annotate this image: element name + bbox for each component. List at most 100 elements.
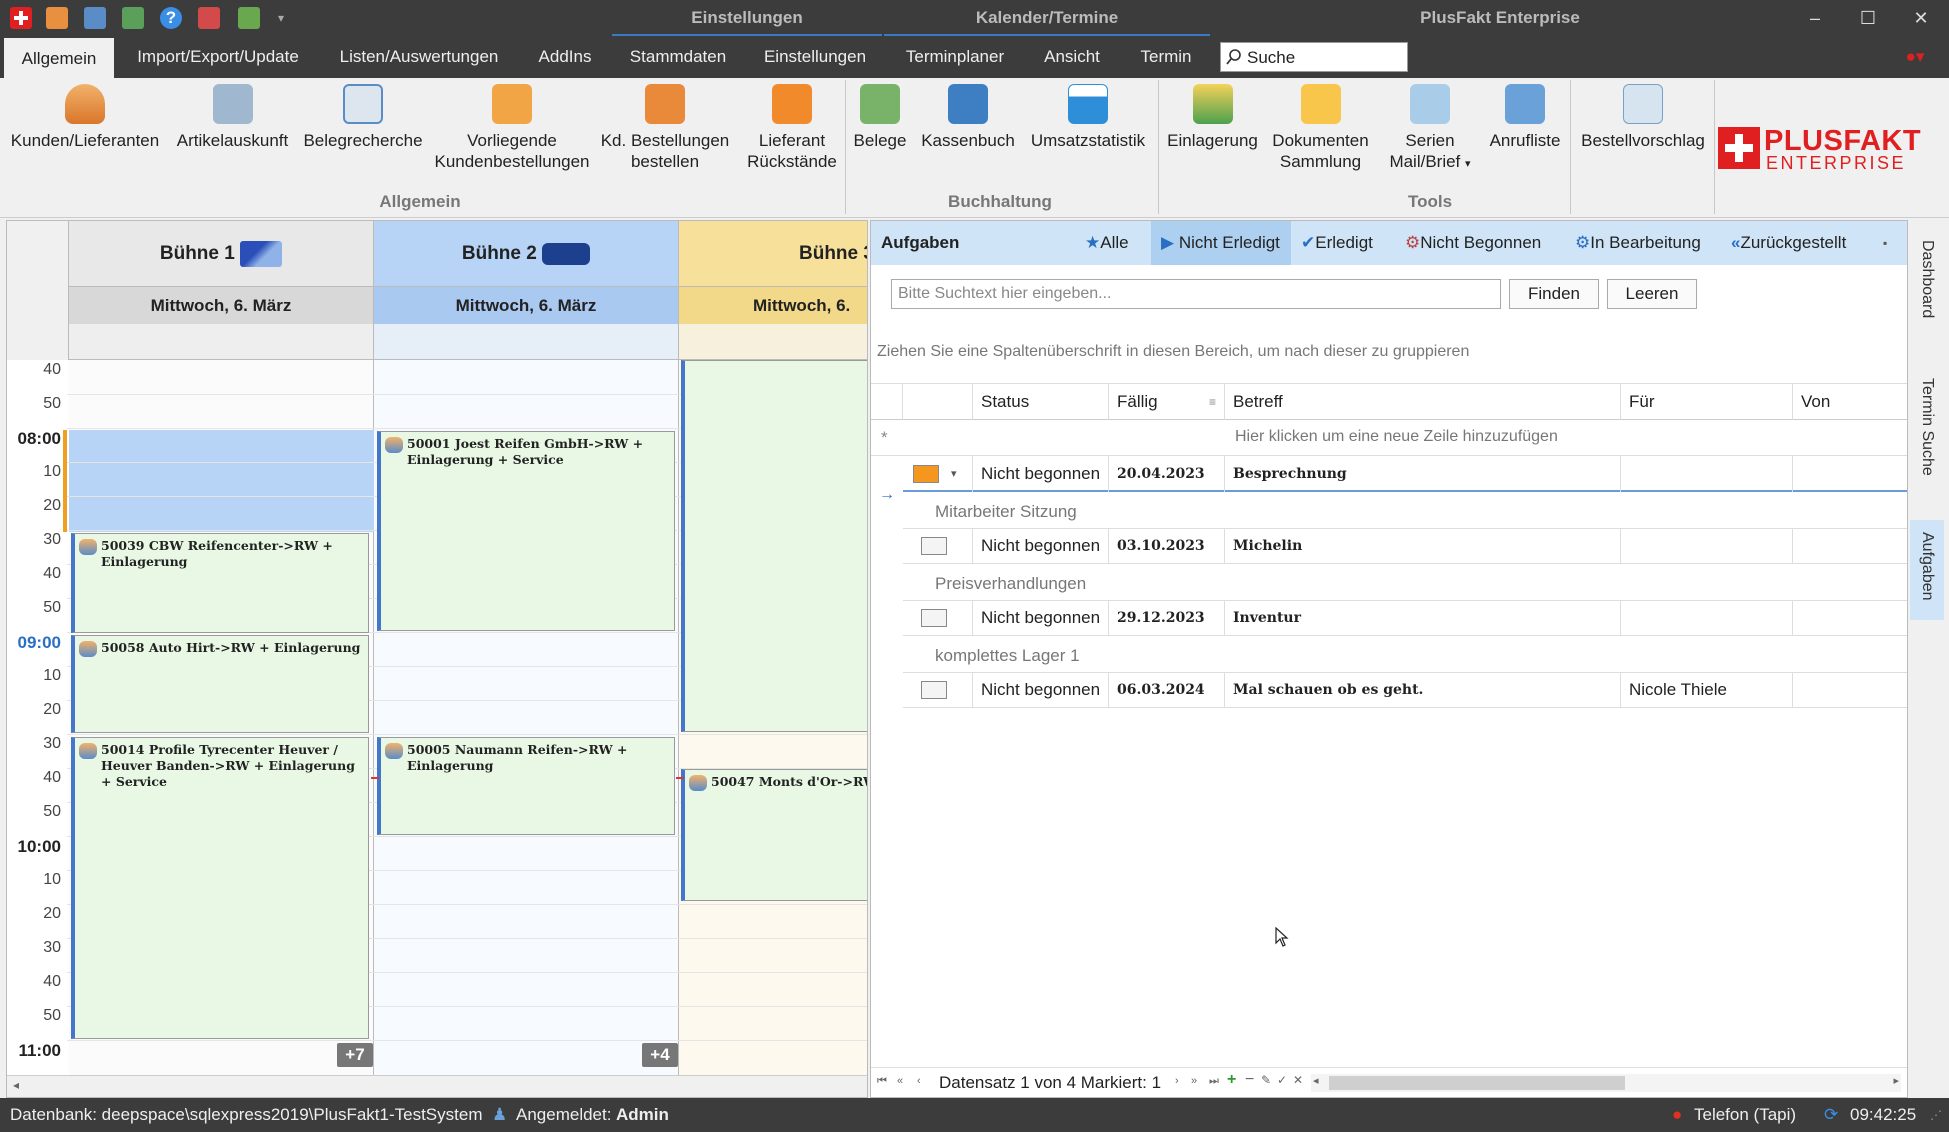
money-quick-icon[interactable]	[122, 7, 144, 29]
dokumenten-sammlung-button[interactable]: Dokumenten Sammlung	[1268, 84, 1373, 172]
scrollbar-thumb[interactable]	[1329, 1076, 1625, 1090]
appointment-column-3-ongoing[interactable]	[681, 360, 867, 732]
group-panel[interactable]: Ziehen Sie eine Spaltenüberschrift in di…	[871, 321, 1907, 384]
menu-einstellungen[interactable]: Einstellungen	[750, 36, 880, 78]
nav-next-page-icon[interactable]: »	[1191, 1075, 1197, 1087]
appointment-50039[interactable]: 50039 CBW Reifencenter->RW + Einlagerung	[71, 533, 369, 633]
nav-next-icon[interactable]: ›	[1175, 1075, 1179, 1087]
menu-import-export[interactable]: Import/Export/Update	[120, 36, 316, 78]
title-tab-kalender[interactable]: Kalender/Termine	[884, 0, 1210, 36]
nav-prev-icon[interactable]: ‹	[917, 1075, 921, 1087]
menu-terminplaner[interactable]: Terminplaner	[890, 36, 1020, 78]
phone-status[interactable]: Telefon (Tapi)	[1694, 1098, 1796, 1132]
filter-alle[interactable]: ★Alle	[1079, 221, 1145, 265]
column-header-von[interactable]: Von	[1793, 384, 1907, 420]
search-input[interactable]: Suche	[1220, 42, 1408, 72]
nav-cancel-icon[interactable]: ✕	[1293, 1073, 1303, 1087]
app-swiss-cross-icon[interactable]	[10, 7, 32, 29]
nav-add-icon[interactable]: +	[1227, 1071, 1236, 1089]
column-header-buehne-2[interactable]: Bühne 2	[374, 221, 679, 286]
task-row[interactable]: Nicht begonnen 06.03.2024 Mal schauen ob…	[903, 672, 1907, 708]
status-color-swatch[interactable]	[913, 465, 939, 483]
scroll-left-icon[interactable]: ◂	[1313, 1074, 1319, 1087]
filter-nicht-erledigt[interactable]: ▶ Nicht Erledigt	[1151, 221, 1291, 265]
task-row[interactable]: Nicht begonnen 03.10.2023 Michelin	[903, 528, 1907, 564]
nav-last-icon[interactable]: ⏭	[1209, 1075, 1219, 1088]
help-icon[interactable]: ?	[160, 7, 182, 29]
status-color-swatch[interactable]	[921, 681, 947, 699]
column-header-buehne-3[interactable]: Bühne 3	[679, 221, 867, 286]
filter-nicht-begonnen[interactable]: ⚙Nicht Begonnen	[1405, 221, 1545, 265]
nav-prev-page-icon[interactable]: «	[897, 1075, 903, 1087]
vorliegende-kundenbestellungen-button[interactable]: Vorliegende Kundenbestellungen	[432, 84, 592, 172]
anrufliste-button[interactable]: Anrufliste	[1488, 84, 1562, 151]
menu-listen[interactable]: Listen/Auswertungen	[326, 36, 512, 78]
appointment-50005[interactable]: 50005 Naumann Reifen->RW + Einlagerung	[377, 737, 675, 835]
calendar-quick-icon[interactable]	[238, 7, 260, 29]
appointment-50014[interactable]: 50014 Profile Tyrecenter Heuver / Heuver…	[71, 737, 369, 1039]
status-color-swatch[interactable]	[921, 609, 947, 627]
allday-row-3[interactable]	[679, 324, 867, 360]
kunden-lieferanten-button[interactable]: Kunden/Lieferanten	[10, 84, 160, 151]
column-header-status[interactable]: Status	[973, 384, 1109, 420]
nav-edit-icon[interactable]: ✎	[1261, 1073, 1271, 1087]
medical-quick-icon[interactable]	[198, 7, 220, 29]
side-tab-aufgaben[interactable]: Aufgaben	[1910, 520, 1944, 620]
column-header-fuer[interactable]: Für	[1621, 384, 1793, 420]
customers-quick-icon[interactable]	[46, 7, 68, 29]
clear-button[interactable]: Leeren	[1607, 279, 1697, 309]
menu-termin[interactable]: Termin	[1124, 36, 1208, 78]
more-appointments-badge-1[interactable]: +7	[337, 1043, 373, 1067]
monitor-quick-icon[interactable]	[84, 7, 106, 29]
task-search-input[interactable]: Bitte Suchtext hier eingeben...	[891, 279, 1501, 309]
minimize-button[interactable]: –	[1787, 0, 1843, 36]
filter-zurueckgestellt[interactable]: «Zurückgestellt	[1731, 221, 1871, 265]
allday-row-1[interactable]	[69, 324, 374, 360]
allday-row-2[interactable]	[374, 324, 679, 360]
filter-in-bearbeitung[interactable]: ⚙In Bearbeitung	[1575, 221, 1715, 265]
column-header-betreff[interactable]: Betreff	[1225, 384, 1621, 420]
maximize-button[interactable]: ☐	[1840, 0, 1896, 36]
new-row[interactable]: * Hier klicken um eine neue Zeile hinzuz…	[871, 420, 1907, 456]
appointment-50058[interactable]: 50058 Auto Hirt->RW + Einlagerung	[71, 635, 369, 733]
menu-addins[interactable]: AddIns	[522, 36, 608, 78]
umsatzstatistik-button[interactable]: Umsatzstatistik	[1026, 84, 1150, 151]
menu-stammdaten[interactable]: Stammdaten	[618, 36, 738, 78]
task-color-cell[interactable]	[903, 600, 973, 636]
scroll-left-icon[interactable]: ◂	[13, 1078, 19, 1092]
horizontal-scrollbar[interactable]: ◂ ▸	[1311, 1074, 1901, 1092]
einlagerung-button[interactable]: Einlagerung	[1165, 84, 1260, 151]
task-color-cell[interactable]	[903, 528, 973, 564]
filter-erledigt[interactable]: ✔Erledigt	[1301, 221, 1391, 265]
nav-remove-icon[interactable]: −	[1245, 1071, 1254, 1089]
appointment-50047[interactable]: 50047 Monts d'Or->RW	[681, 769, 867, 901]
appointment-50001[interactable]: 50001 Joest Reifen GmbH->RW + Einlagerun…	[377, 431, 675, 631]
column-header-buehne-1[interactable]: Bühne 1	[69, 221, 374, 286]
kassenbuch-button[interactable]: Kassenbuch	[918, 84, 1018, 151]
menu-ansicht[interactable]: Ansicht	[1030, 36, 1114, 78]
selected-time-range[interactable]	[69, 430, 374, 532]
artikelauskunft-button[interactable]: Artikelauskunft	[170, 84, 295, 151]
status-color-swatch[interactable]	[921, 537, 947, 555]
nav-first-icon[interactable]: ⏮	[877, 1075, 887, 1088]
dropdown-icon[interactable]: ▾	[951, 456, 957, 492]
side-tab-termin-suche[interactable]: Termin Suche	[1910, 378, 1944, 518]
pin-icon[interactable]: ▪	[1883, 221, 1903, 265]
task-row[interactable]: Nicht begonnen 29.12.2023 Inventur	[903, 600, 1907, 636]
task-row[interactable]: ▾ Nicht begonnen 20.04.2023 Besprechnung	[903, 456, 1907, 492]
lieferant-rueckstaende-button[interactable]: Lieferant Rückstände	[742, 84, 842, 172]
user-icon[interactable]: ●▾	[1895, 36, 1935, 78]
side-tab-dashboard[interactable]: Dashboard	[1910, 240, 1944, 360]
column-header-faellig[interactable]: Fällig ≡	[1109, 384, 1225, 420]
quick-access-dropdown-icon[interactable]: ▾	[278, 7, 300, 29]
belegrecherche-button[interactable]: Belegrecherche	[303, 84, 423, 151]
task-color-cell[interactable]: ▾	[903, 456, 973, 492]
scroll-right-icon[interactable]: ▸	[1893, 1074, 1899, 1087]
task-color-cell[interactable]	[903, 672, 973, 708]
serien-mail-brief-button[interactable]: Serien Mail/Brief ▾	[1380, 84, 1480, 175]
close-button[interactable]: ✕	[1893, 0, 1949, 36]
bestellvorschlag-button[interactable]: Bestellvorschlag	[1578, 84, 1708, 151]
menu-allgemein[interactable]: Allgemein	[4, 38, 114, 78]
more-appointments-badge-2[interactable]: +4	[642, 1043, 678, 1067]
find-button[interactable]: Finden	[1509, 279, 1599, 309]
